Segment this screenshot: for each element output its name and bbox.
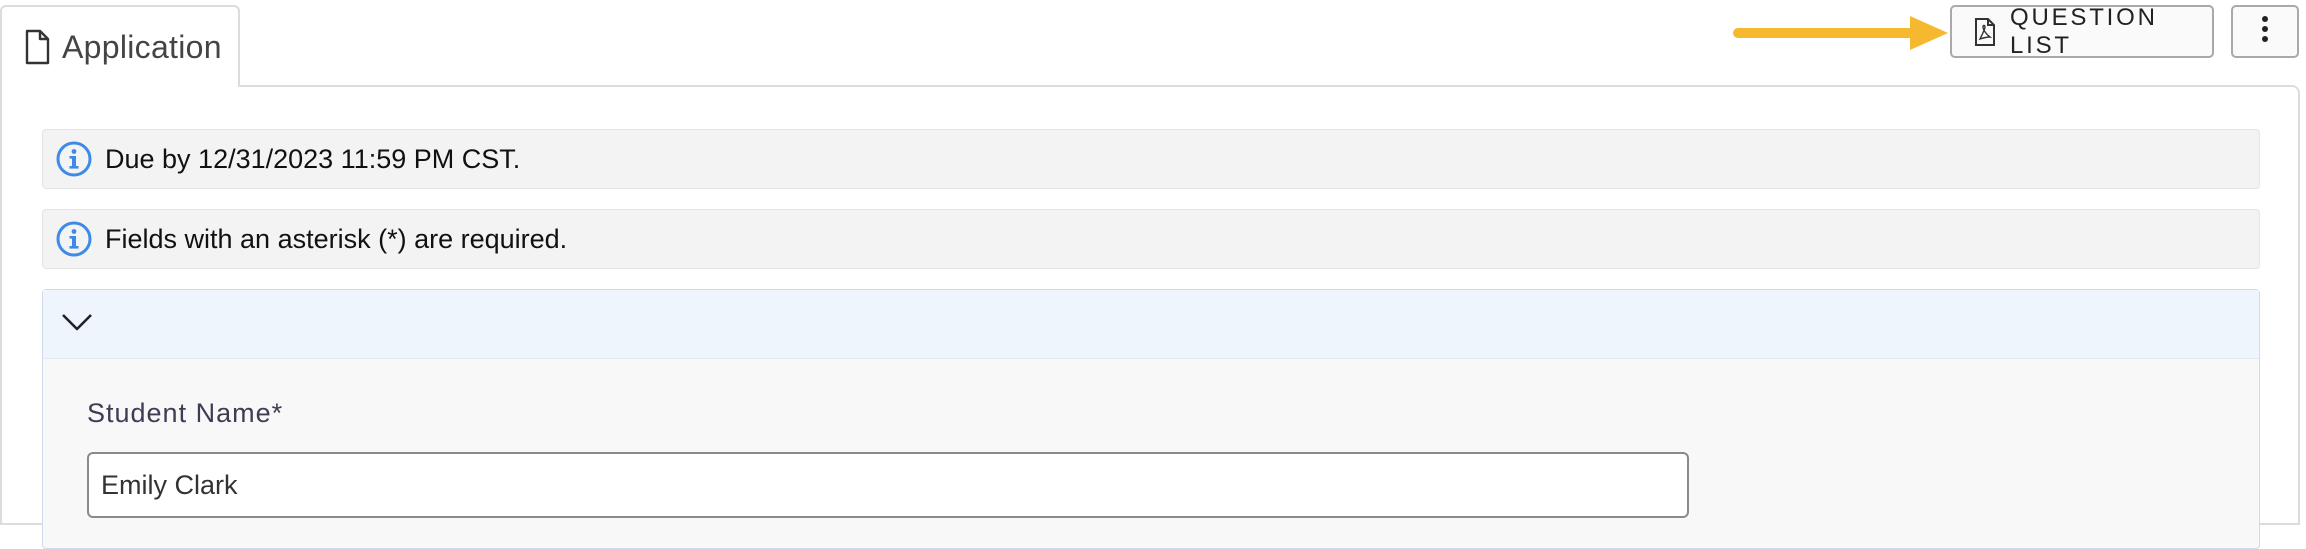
info-icon	[55, 140, 93, 178]
tab-application[interactable]: Application	[0, 5, 240, 87]
kebab-menu-icon	[2260, 15, 2270, 48]
due-date-notice: Due by 12/31/2023 11:59 PM CST.	[42, 129, 2260, 189]
student-name-input[interactable]	[87, 452, 1689, 518]
pdf-icon	[1974, 17, 1996, 46]
required-fields-notice: Fields with an asterisk (*) are required…	[42, 209, 2260, 269]
question-list-label: QUESTION LIST	[2010, 3, 2158, 59]
student-name-label: Student Name*	[87, 398, 284, 428]
more-options-button[interactable]	[2231, 5, 2299, 58]
form-section: Student Name*	[42, 289, 2260, 549]
info-icon	[55, 220, 93, 258]
document-icon	[24, 29, 50, 65]
tab-label: Application	[62, 28, 222, 65]
chevron-down-icon[interactable]	[57, 302, 97, 347]
notice-text: Due by 12/31/2023 11:59 PM CST.	[105, 143, 521, 174]
section-toggle[interactable]	[43, 290, 2259, 359]
highlight-arrow	[1733, 16, 1948, 50]
application-panel: Due by 12/31/2023 11:59 PM CST. Fields w…	[0, 85, 2300, 549]
notice-text: Fields with an asterisk (*) are required…	[105, 223, 568, 254]
question-list-button[interactable]: QUESTION LIST	[1950, 3, 2214, 59]
